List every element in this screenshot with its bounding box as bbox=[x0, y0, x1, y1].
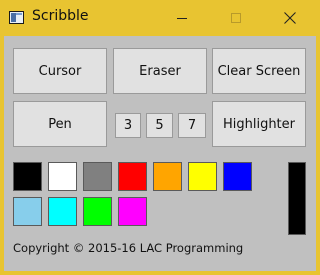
current-color-preview bbox=[288, 162, 306, 235]
maximize-button[interactable] bbox=[216, 4, 256, 32]
copyright-text: Copyright © 2015-16 LAC Programming bbox=[13, 241, 244, 255]
title-bar[interactable]: Scribble bbox=[0, 0, 320, 36]
color-swatch[interactable] bbox=[223, 162, 252, 191]
cursor-button[interactable]: Cursor bbox=[13, 48, 107, 94]
close-button[interactable] bbox=[270, 4, 310, 32]
app-icon bbox=[9, 11, 24, 24]
color-swatch[interactable] bbox=[153, 162, 182, 191]
color-swatch[interactable] bbox=[118, 162, 147, 191]
maximize-icon bbox=[231, 13, 241, 23]
color-swatch[interactable] bbox=[83, 197, 112, 226]
close-icon bbox=[284, 12, 296, 24]
highlighter-button[interactable]: Highlighter bbox=[212, 101, 306, 147]
color-swatch[interactable] bbox=[83, 162, 112, 191]
color-swatch[interactable] bbox=[13, 197, 42, 226]
client-area: Cursor Eraser Clear Screen Pen 3 5 7 Hig… bbox=[4, 36, 316, 271]
color-swatch[interactable] bbox=[13, 162, 42, 191]
minimize-button[interactable] bbox=[162, 4, 202, 32]
color-swatch[interactable] bbox=[188, 162, 217, 191]
color-swatch[interactable] bbox=[118, 197, 147, 226]
color-swatch[interactable] bbox=[48, 197, 77, 226]
eraser-button[interactable]: Eraser bbox=[113, 48, 207, 94]
window-title: Scribble bbox=[32, 8, 89, 24]
app-window: Scribble Cursor Eraser Clear Screen Pen … bbox=[0, 0, 320, 275]
pen-button[interactable]: Pen bbox=[13, 101, 107, 147]
size-7-button[interactable]: 7 bbox=[178, 113, 206, 138]
minimize-icon bbox=[177, 17, 187, 19]
size-5-button[interactable]: 5 bbox=[146, 113, 173, 138]
color-swatch[interactable] bbox=[48, 162, 77, 191]
size-3-button[interactable]: 3 bbox=[115, 113, 141, 138]
clear-screen-button[interactable]: Clear Screen bbox=[212, 48, 306, 94]
